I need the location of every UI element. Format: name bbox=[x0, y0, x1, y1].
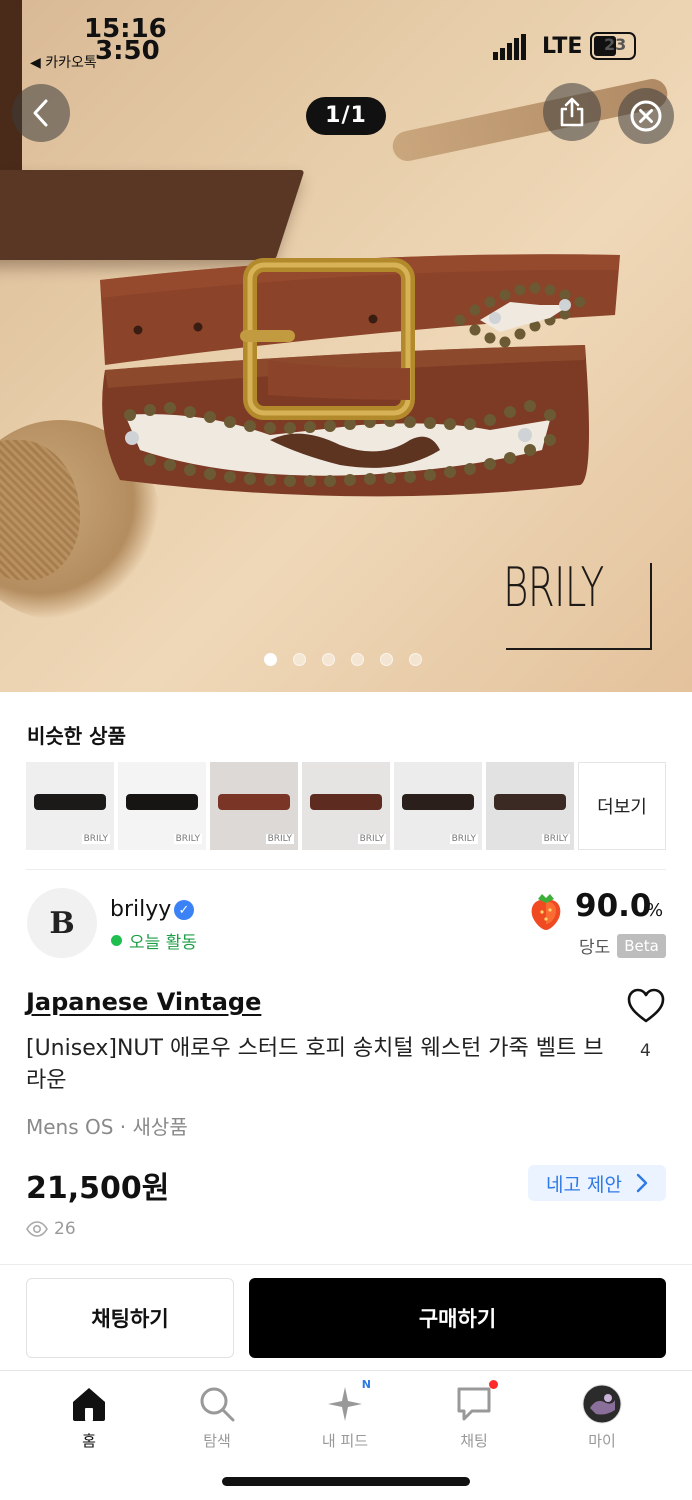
similar-products-list: BRILY BRILY BRILY BRILY BRILY BRILY 더보기 bbox=[26, 762, 666, 850]
belt-image bbox=[218, 794, 290, 810]
image-counter: 1/1 bbox=[306, 97, 386, 135]
nav-label: 마이 bbox=[588, 1432, 616, 1450]
network-type: LTE bbox=[542, 34, 583, 59]
thumb-brand-tag: BRILY bbox=[449, 834, 478, 844]
notification-dot bbox=[489, 1380, 498, 1389]
bottom-navigation: 홈 탐색 N 내 피드 채팅 마이 bbox=[0, 1372, 692, 1462]
nav-item-home[interactable]: 홈 bbox=[44, 1384, 134, 1451]
background-wood-block bbox=[0, 170, 305, 260]
new-badge: N bbox=[361, 1378, 371, 1391]
status-time-secondary: 3:50 bbox=[95, 36, 160, 66]
battery-level: 23 bbox=[604, 35, 627, 54]
verified-badge-icon: ✓ bbox=[174, 900, 194, 920]
view-count-value: 26 bbox=[54, 1219, 76, 1239]
app-root: BRILY 15:16 3:50 ◀ 카카오톡 LTE 23 1/1 비슷한 상… bbox=[0, 0, 692, 1500]
seller-avatar[interactable]: B bbox=[27, 888, 97, 958]
close-button[interactable] bbox=[618, 88, 674, 144]
similar-product-thumb[interactable]: BRILY bbox=[394, 762, 482, 850]
search-icon bbox=[200, 1387, 235, 1422]
belt-image bbox=[34, 794, 106, 810]
sweetness-score: 90.0 bbox=[575, 888, 652, 924]
price-offer-button[interactable]: 네고 제안 bbox=[528, 1165, 666, 1201]
belt-image bbox=[126, 794, 198, 810]
product-brand-link[interactable]: Japanese Vintage bbox=[26, 988, 261, 1016]
brand-watermark: BRILY bbox=[503, 556, 604, 619]
battery-icon: 23 bbox=[590, 32, 636, 60]
belt-image bbox=[310, 794, 382, 810]
similar-products-title: 비슷한 상품 bbox=[27, 724, 126, 748]
thumb-brand-tag: BRILY bbox=[541, 834, 570, 844]
more-similar-button[interactable]: 더보기 bbox=[578, 762, 666, 850]
product-title: [Unisex]NUT 애로우 스터드 호피 송치털 웨스턴 가죽 벨트 브라운 bbox=[26, 1036, 604, 1093]
beta-badge: Beta bbox=[617, 934, 666, 958]
like-count: 4 bbox=[640, 1041, 651, 1061]
gallery-dot[interactable] bbox=[322, 653, 335, 666]
nav-label: 내 피드 bbox=[321, 1432, 369, 1450]
sweetness-score-unit: % bbox=[646, 900, 664, 921]
divider bbox=[0, 1264, 692, 1265]
gallery-dot[interactable] bbox=[351, 653, 364, 666]
profile-avatar bbox=[582, 1384, 622, 1424]
belt-image bbox=[402, 794, 474, 810]
thumb-brand-tag: BRILY bbox=[357, 834, 386, 844]
home-icon bbox=[73, 1388, 105, 1421]
nav-label: 탐색 bbox=[203, 1432, 231, 1450]
similar-product-thumb[interactable]: BRILY bbox=[26, 762, 114, 850]
eye-icon bbox=[26, 1221, 48, 1237]
gallery-dot[interactable] bbox=[293, 653, 306, 666]
status-bar: 15:16 3:50 ◀ 카카오톡 LTE 23 bbox=[0, 0, 692, 80]
share-button[interactable] bbox=[543, 83, 601, 141]
share-icon bbox=[560, 97, 584, 127]
similar-product-thumb[interactable]: BRILY bbox=[486, 762, 574, 850]
nav-item-feed[interactable]: N 내 피드 bbox=[300, 1378, 390, 1451]
nav-item-explore[interactable]: 탐색 bbox=[172, 1384, 262, 1451]
chat-button[interactable]: 채팅하기 bbox=[26, 1278, 234, 1358]
return-to-app-link[interactable]: ◀ 카카오톡 bbox=[30, 52, 97, 72]
watermark-line-vertical bbox=[650, 563, 652, 649]
gallery-dot[interactable] bbox=[264, 653, 277, 666]
similar-product-thumb[interactable]: BRILY bbox=[302, 762, 390, 850]
divider bbox=[26, 869, 666, 870]
gallery-dot[interactable] bbox=[409, 653, 422, 666]
thumb-brand-tag: BRILY bbox=[81, 834, 110, 844]
heart-icon[interactable] bbox=[627, 988, 665, 1024]
nav-item-my[interactable]: 마이 bbox=[557, 1384, 647, 1451]
sweetness-label: 당도 bbox=[579, 938, 611, 958]
divider bbox=[0, 1370, 692, 1371]
price-offer-label: 네고 제안 bbox=[546, 1173, 622, 1196]
chat-icon bbox=[457, 1387, 491, 1421]
nav-item-chat[interactable]: 채팅 bbox=[429, 1380, 519, 1451]
online-status-icon bbox=[111, 935, 122, 946]
strawberry-score-icon bbox=[531, 894, 561, 930]
thumb-brand-tag: BRILY bbox=[265, 834, 294, 844]
home-indicator bbox=[222, 1477, 470, 1486]
similar-product-thumb[interactable]: BRILY bbox=[210, 762, 298, 850]
nav-label: 채팅 bbox=[460, 1432, 488, 1450]
gallery-dot[interactable] bbox=[380, 653, 393, 666]
gallery-page-dots bbox=[264, 653, 422, 666]
close-icon bbox=[630, 100, 662, 132]
thumb-brand-tag: BRILY bbox=[173, 834, 202, 844]
sparkle-icon bbox=[328, 1387, 362, 1421]
similar-product-thumb[interactable]: BRILY bbox=[118, 762, 206, 850]
signal-icon bbox=[493, 34, 526, 60]
product-meta: Mens OS · 새상품 bbox=[26, 1115, 188, 1139]
buy-button[interactable]: 구매하기 bbox=[249, 1278, 666, 1358]
view-count: 26 bbox=[26, 1219, 76, 1239]
product-price: 21,500원 bbox=[26, 1171, 170, 1206]
chevron-right-icon bbox=[636, 1173, 648, 1193]
seller-name[interactable]: brilyy bbox=[110, 897, 171, 922]
nav-label: 홈 bbox=[82, 1432, 96, 1450]
belt-image bbox=[494, 794, 566, 810]
chevron-left-icon bbox=[33, 99, 48, 127]
seller-activity: 오늘 활동 bbox=[129, 933, 197, 953]
watermark-line-horizontal bbox=[506, 648, 652, 650]
back-button[interactable] bbox=[12, 84, 70, 142]
belt-product-image bbox=[100, 254, 620, 497]
